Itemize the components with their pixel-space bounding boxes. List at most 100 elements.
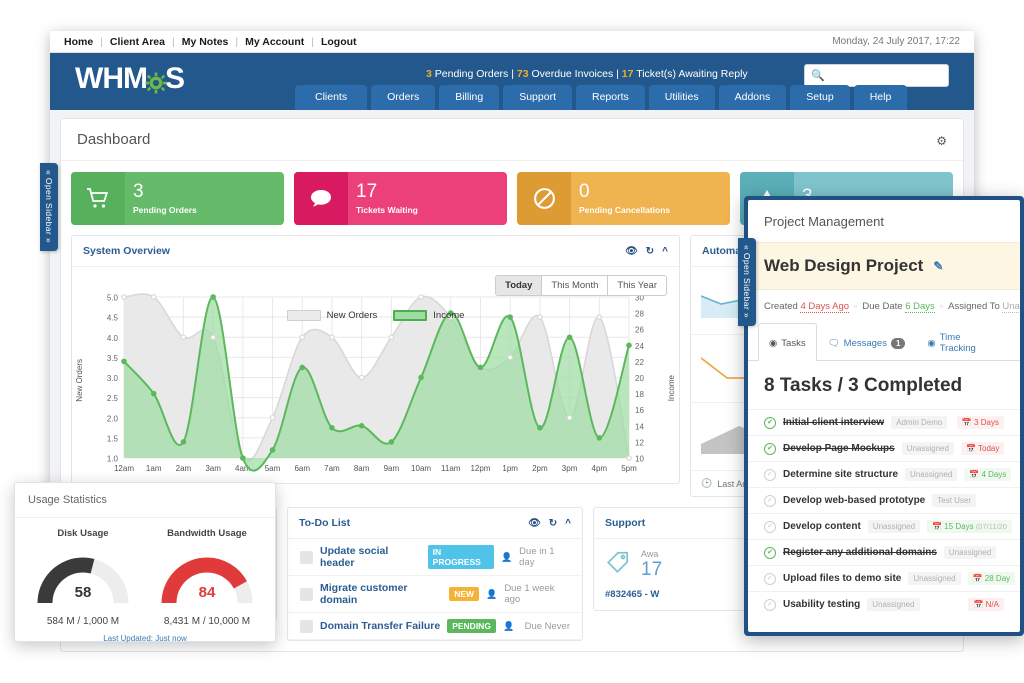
chart-plot-area: 1.01.52.02.53.03.54.04.55.01012141618202… <box>82 275 671 480</box>
task-row[interactable]: ✔Determine site structureUnassigned📅 4 D… <box>748 461 1020 487</box>
widget-tools: 👁 ↻ ^ <box>528 518 571 529</box>
refresh-icon[interactable]: ↻ <box>549 518 557 529</box>
refresh-icon[interactable]: ↻ <box>646 246 654 257</box>
gear-icon[interactable]: ⚙ <box>936 134 947 148</box>
legend-new-orders: New Orders <box>287 310 378 321</box>
checkbox[interactable] <box>300 588 313 601</box>
check-circle-filled-icon[interactable]: ✔ <box>764 417 776 429</box>
chart-point <box>567 416 571 420</box>
overdue-invoices-count: 73 <box>517 68 529 80</box>
tab-setup[interactable]: Setup <box>790 85 849 110</box>
y2-axis-tick: 10 <box>635 455 644 464</box>
tab-clients[interactable]: Clients <box>295 85 367 110</box>
chevron-up-icon[interactable]: ^ <box>662 246 668 257</box>
tab-label: Messages <box>844 338 887 349</box>
tab-addons[interactable]: Addons <box>719 85 787 110</box>
clock-icon: 🕑 <box>701 478 712 489</box>
tab-orders[interactable]: Orders <box>371 85 435 110</box>
check-circle-icon[interactable]: ✔ <box>764 521 776 533</box>
todo-item[interactable]: Migrate customer domain NEW 👤 Due 1 week… <box>288 576 582 613</box>
y2-axis-tick: 12 <box>635 438 644 447</box>
task-row[interactable]: ✔Develop web-based prototypeTest User <box>748 487 1020 513</box>
nav-link-my-notes[interactable]: My Notes <box>182 36 229 48</box>
whmcs-logo[interactable]: WHM S <box>75 62 184 96</box>
task-due-date: 📅 4 Days <box>964 468 1011 481</box>
open-sidebar-handle-project[interactable]: « Open Sidebar » <box>738 238 756 326</box>
y2-axis-tick: 24 <box>635 342 644 351</box>
tab-reports[interactable]: Reports <box>576 85 645 110</box>
checkbox[interactable] <box>300 551 313 564</box>
tile-label: Tickets Waiting <box>356 205 418 215</box>
chart-point <box>211 295 215 299</box>
tickets-awaiting-label: Ticket(s) Awaiting Reply <box>633 68 747 80</box>
tile-value: 3 <box>133 182 197 201</box>
gauge-disk-usage: Disk Usage 58 584 M / 1,000 M <box>21 528 145 627</box>
task-name: Upload files to demo site <box>783 573 901 584</box>
check-circle-icon[interactable]: ✔ <box>764 599 776 611</box>
x-axis-tick: 3am <box>205 464 221 473</box>
range-today[interactable]: Today <box>496 276 541 295</box>
nav-link-home[interactable]: Home <box>64 36 93 48</box>
tile-pending-cancellations[interactable]: 0 Pending Cancellations <box>517 172 730 225</box>
range-this-year[interactable]: This Year <box>607 276 666 295</box>
no-entry-icon <box>517 172 571 225</box>
chart-point <box>270 448 274 452</box>
search-input[interactable] <box>825 70 948 81</box>
eye-slash-icon[interactable]: 👁 <box>625 246 638 257</box>
tile-tickets-waiting[interactable]: 17 Tickets Waiting <box>294 172 507 225</box>
eye-slash-icon[interactable]: 👁 <box>528 518 541 529</box>
checkbox[interactable] <box>300 620 313 633</box>
check-circle-icon[interactable]: ✔ <box>764 573 776 585</box>
tab-utilities[interactable]: Utilities <box>649 85 715 110</box>
usage-gauges: Disk Usage 58 584 M / 1,000 M Bandwidth … <box>15 518 275 627</box>
task-row[interactable]: ✔Develop Page MockupsUnassigned📅 Today <box>748 435 1020 461</box>
nav-link-logout[interactable]: Logout <box>321 36 357 48</box>
search-icon: 🔍 <box>811 69 825 82</box>
nav-link-my-account[interactable]: My Account <box>245 36 304 48</box>
tasks-summary: 8 Tasks / 3 Completed <box>748 361 1020 409</box>
x-axis-tick: 11am <box>441 464 461 473</box>
y-axis-tick: 3.5 <box>107 354 119 363</box>
tile-pending-orders[interactable]: 3 Pending Orders <box>71 172 284 225</box>
task-row[interactable]: ✔Register any additional domainsUnassign… <box>748 539 1020 565</box>
task-name: Register any additional domains <box>783 547 937 558</box>
tickets-awaiting-count: 17 <box>622 68 634 80</box>
open-sidebar-handle-left[interactable]: « Open Sidebar » <box>40 163 58 251</box>
task-row[interactable]: ✔Develop contentUnassigned📅 15 Days (07/… <box>748 513 1020 539</box>
pencil-icon[interactable]: ✎ <box>933 259 943 273</box>
tile-text: 3 Pending Orders <box>125 172 197 225</box>
tab-time-tracking[interactable]: ◉ Time Tracking <box>916 323 1010 361</box>
x-axis-tick: 12am <box>114 464 134 473</box>
tab-help[interactable]: Help <box>854 85 908 110</box>
search-box[interactable]: 🔍 <box>804 64 949 87</box>
task-row[interactable]: ✔Initial client interviewAdmin Demo📅 3 D… <box>748 409 1020 435</box>
chart-point <box>152 295 156 299</box>
tile-label: Pending Orders <box>133 205 197 215</box>
range-this-month[interactable]: This Month <box>541 276 607 295</box>
gauge-label: Bandwidth Usage <box>145 528 269 539</box>
check-circle-icon[interactable]: ✔ <box>764 495 776 507</box>
chevron-up-icon[interactable]: ^ <box>565 518 571 529</box>
tab-billing[interactable]: Billing <box>439 85 499 110</box>
legend-label-income: Income <box>433 310 464 321</box>
page-title-bar: Dashboard ⚙ <box>61 119 963 161</box>
chart-point <box>597 436 601 440</box>
tab-support[interactable]: Support <box>503 85 572 110</box>
legend-income: Income <box>393 310 464 321</box>
widget-title: To-Do List <box>299 517 350 529</box>
chart-point <box>241 456 245 460</box>
check-circle-filled-icon[interactable]: ✔ <box>764 443 776 455</box>
project-meta: Created 4 Days Ago▫Due Date 6 Days▫Assig… <box>748 290 1020 322</box>
tab-tasks[interactable]: ◉ Tasks <box>758 323 817 361</box>
nav-link-client-area[interactable]: Client Area <box>110 36 165 48</box>
task-row[interactable]: ✔Upload files to demo siteUnassigned📅 28… <box>748 565 1020 591</box>
check-circle-filled-icon[interactable]: ✔ <box>764 547 776 559</box>
project-name: Web Design Project <box>764 256 923 276</box>
chart-point <box>181 335 185 339</box>
todo-item[interactable]: Domain Transfer Failure PENDING 👤 Due Ne… <box>288 613 582 640</box>
divider: | <box>235 36 238 48</box>
todo-item[interactable]: Update social header IN PROGRESS 👤 Due i… <box>288 539 582 576</box>
task-row[interactable]: ✔Usability testingUnassigned📅 N/A <box>748 591 1020 617</box>
check-circle-icon[interactable]: ✔ <box>764 469 776 481</box>
tab-messages[interactable]: 🗨 Messages 1 <box>817 323 917 361</box>
